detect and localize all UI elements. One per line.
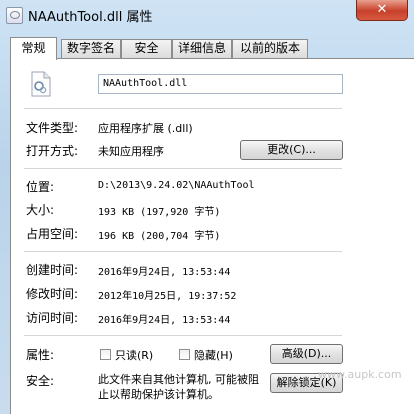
file-name-input[interactable]: NAAuthTool.dll [98,74,343,94]
opens-with-value: 未知应用程序 [98,145,164,158]
accessed-label: 访问时间: [26,311,79,325]
location-label: 位置: [26,180,55,194]
modified-value: 2012年10月25日, 19:37:52 [98,291,237,302]
security-message: 此文件来自其他计算机, 可能被阻止以帮助保护该计算机。 [98,373,259,401]
dll-file-icon [31,71,51,97]
hidden-label[interactable]: 隐藏(H) [194,347,233,363]
close-button[interactable]: ✕ [356,0,408,21]
tab-details[interactable]: 详细信息 [172,39,232,58]
tab-bar: 常规 数字签名 安全 详细信息 以前的版本 [10,37,410,60]
separator [24,168,342,169]
separator [24,251,342,252]
accessed-value: 2016年9月24日, 13:53:44 [98,315,231,326]
title-bar: NAAuthTool.dll 属性 ✕ [0,0,414,30]
security-label: 安全: [26,374,55,388]
separator [24,108,342,109]
size-on-disk-label: 占用空间: [26,227,79,241]
file-type-label: 文件类型: [26,121,79,135]
readonly-checkbox[interactable] [100,349,111,360]
separator [24,335,342,336]
opens-with-label: 打开方式: [26,144,79,158]
created-label: 创建时间: [26,263,79,277]
attributes-label: 属性: [26,348,55,362]
size-label: 大小: [26,203,55,217]
location-value: D:\2013\9.24.02\NAAuthTool [98,180,255,191]
created-value: 2016年9月24日, 13:53:44 [98,267,231,278]
tab-general[interactable]: 常规 [10,37,57,60]
size-value: 193 KB (197,920 字节) [98,207,221,218]
tab-digital-signatures[interactable]: 数字签名 [61,39,121,58]
readonly-label[interactable]: 只读(R) [115,347,153,363]
size-on-disk-value: 196 KB (200,704 字节) [98,231,221,242]
hidden-checkbox[interactable] [179,349,190,360]
change-button[interactable]: 更改(C)... [240,140,343,160]
watermark: www.aupk.com [318,368,402,381]
tab-previous-versions[interactable]: 以前的版本 [232,39,308,58]
modified-label: 修改时间: [26,287,79,301]
tab-security[interactable]: 安全 [121,39,172,58]
file-icon [6,7,23,24]
advanced-button[interactable]: 高级(D)... [270,344,343,364]
window-title: NAAuthTool.dll 属性 [28,10,153,25]
file-type-value: 应用程序扩展 (.dll) [98,122,193,135]
close-icon: ✕ [376,2,388,17]
